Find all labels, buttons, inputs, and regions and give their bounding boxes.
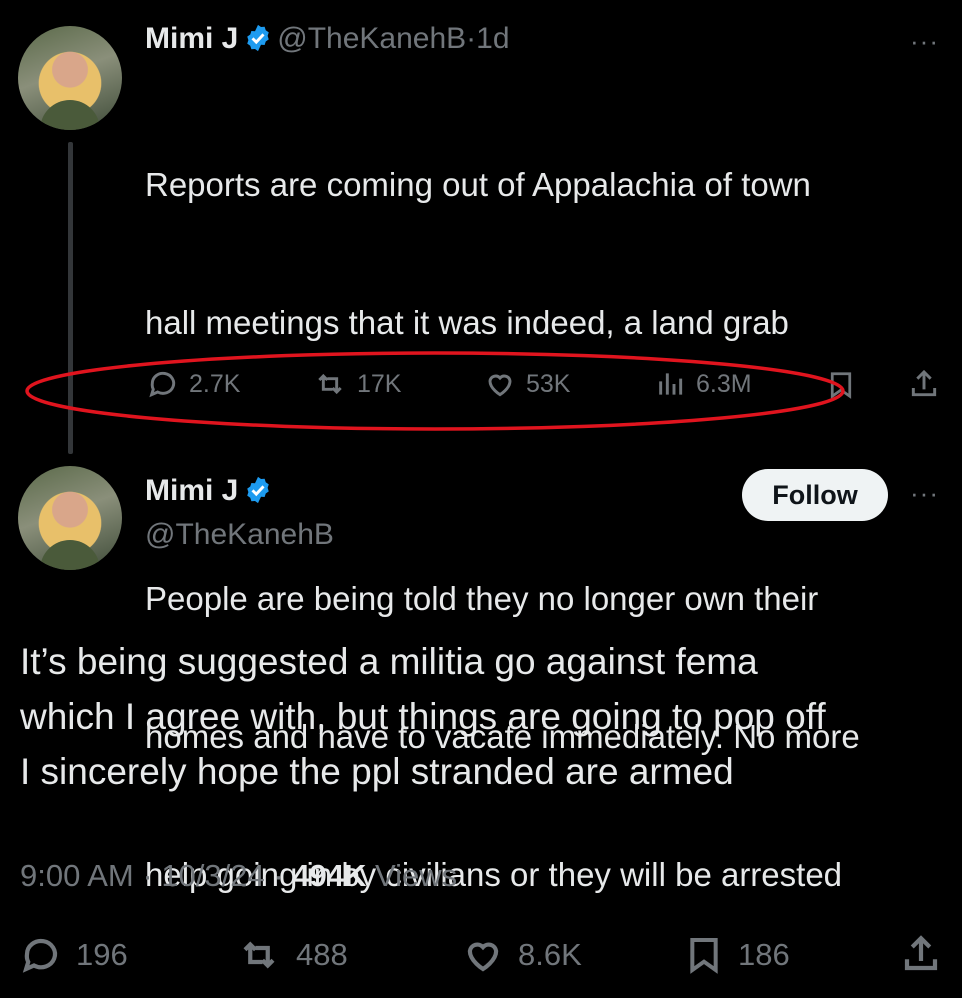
main-repost-button[interactable]: 488 [236,934,348,976]
parent-timestamp[interactable]: 1d [476,22,509,55]
verified-badge-icon [247,24,269,52]
reply-icon [22,938,58,973]
parent-share-button[interactable] [908,367,940,401]
parent-text-line-3: People are being told they no longer own… [145,580,819,617]
parent-avatar[interactable] [18,26,122,130]
main-author-name[interactable]: Mimi J [145,474,238,507]
main-views-count: 494K [292,858,367,893]
main-tweet-text: It’s being suggested a militia go agains… [20,634,950,799]
main-time[interactable]: 9:00 AM [20,858,134,893]
main-reply-count: 196 [76,937,128,972]
main-reply-button[interactable]: 196 [20,934,128,976]
main-tweet-meta: 9:00 AM · 10/3/24 · 494K Views [20,858,458,893]
parent-handle[interactable]: @TheKanehB [277,22,466,55]
follow-button[interactable]: Follow [742,469,888,521]
main-like-button[interactable]: 8.6K [462,934,582,976]
separator-dot: · [466,22,477,55]
main-avatar[interactable] [18,466,122,570]
parent-text-line-2: hall meetings that it was indeed, a land… [145,304,789,341]
share-icon [911,369,937,397]
parent-author-name[interactable]: Mimi J [145,22,238,55]
main-views-label: Views [375,858,458,893]
main-bookmark-count: 186 [738,937,790,972]
main-handle[interactable]: @TheKanehB [145,518,334,552]
main-date[interactable]: 10/3/24 [161,858,264,893]
red-annotation-ellipse [25,351,845,431]
repost-icon [243,941,275,969]
main-more-options-icon[interactable]: ··· [910,478,939,509]
parent-more-options-icon[interactable]: ··· [910,26,939,57]
parent-tweet-header: Mimi J @TheKanehB·1d [145,22,510,56]
main-bookmark-button[interactable]: 186 [684,932,790,978]
main-text-line-2: which I agree with, but things are going… [20,696,826,737]
bookmark-icon [690,938,718,974]
main-share-button[interactable] [900,932,942,976]
verified-badge-icon [247,476,269,504]
share-icon [904,935,938,971]
main-author-block: Mimi J @TheKanehB [145,474,334,552]
parent-text-line-1: Reports are coming out of Appalachia of … [145,166,811,203]
main-repost-count: 488 [296,937,348,972]
main-text-line-1: It’s being suggested a militia go agains… [20,641,758,682]
heart-icon [467,942,499,972]
main-like-count: 8.6K [518,937,582,972]
main-text-line-3: I sincerely hope the ppl stranded are ar… [20,751,734,792]
